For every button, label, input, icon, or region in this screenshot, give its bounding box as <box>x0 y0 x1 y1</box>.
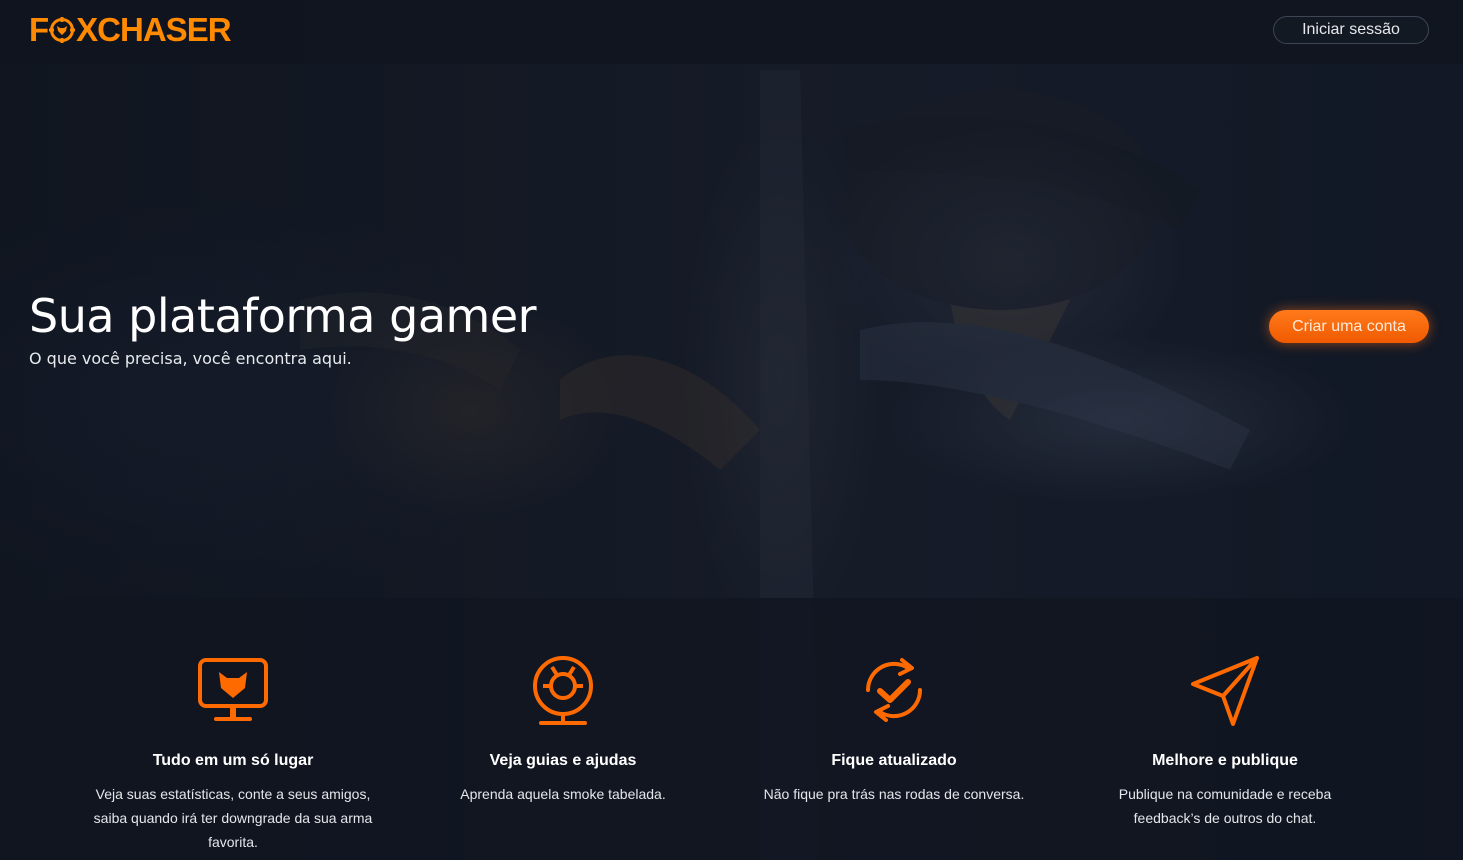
hero-subtitle: O que você precisa, você encontra aqui. <box>29 349 352 368</box>
feature-description: Aprenda aquela smoke tabelada. <box>460 786 666 802</box>
logo-text-end: XCHASER <box>76 11 231 48</box>
create-account-button[interactable]: Criar uma conta <box>1269 310 1429 343</box>
logo-text-start: F <box>29 11 49 48</box>
features-section: Tudo em um só lugar Veja suas estatístic… <box>0 598 1463 860</box>
refresh-check-icon <box>865 658 923 722</box>
feature-title: Melhore e publique <box>1152 752 1298 769</box>
feature-title: Fique atualizado <box>831 752 957 769</box>
feature-description: Veja suas estatísticas, conte a seus ami… <box>93 786 373 850</box>
monitor-fox-icon <box>198 658 268 721</box>
hero-title: Sua plataforma gamer <box>29 289 537 343</box>
feature-description: Não fique pra trás nas rodas de conversa… <box>763 786 1025 802</box>
top-navbar: F XCHASER Iniciar sessão <box>0 0 1463 64</box>
lifebuoy-icon <box>533 656 593 725</box>
feature-title: Veja guias e ajudas <box>489 752 637 769</box>
feature-description: Publique na comunidade e receba feedback… <box>1118 786 1332 826</box>
fox-target-logo-icon <box>49 17 76 43</box>
login-button[interactable]: Iniciar sessão <box>1273 16 1429 44</box>
foxchaser-logo[interactable]: F XCHASER <box>29 11 232 48</box>
landing-page: F XCHASER Iniciar sessão Sua plataforma … <box>0 0 1463 860</box>
feature-title: Tudo em um só lugar <box>152 752 314 769</box>
paper-plane-icon <box>1191 656 1259 726</box>
